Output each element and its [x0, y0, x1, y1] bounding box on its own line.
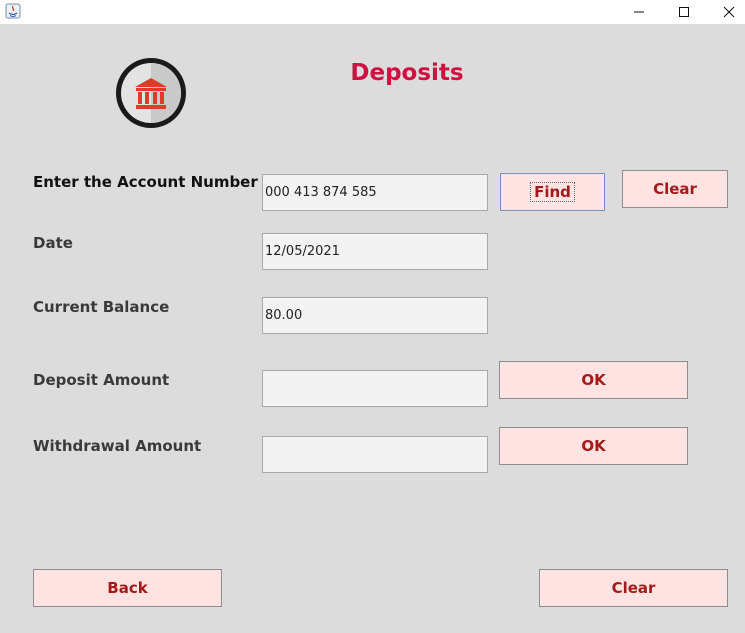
close-button[interactable] — [706, 0, 745, 24]
minimize-button[interactable] — [616, 0, 662, 24]
current-balance-field[interactable]: 80.00 — [262, 297, 488, 334]
find-button-label: Find — [530, 182, 575, 202]
withdrawal-amount-label: Withdrawal Amount — [33, 437, 202, 455]
clear-top-button[interactable]: Clear — [622, 170, 728, 208]
java-icon — [5, 3, 21, 19]
clear-bottom-button[interactable]: Clear — [539, 569, 728, 607]
page-title: Deposits — [350, 60, 464, 86]
title-bar — [0, 0, 745, 24]
maximize-icon — [679, 7, 689, 17]
bank-icon — [114, 56, 188, 130]
back-button[interactable]: Back — [33, 569, 222, 607]
deposits-window: Deposits Enter the Account Number 000 41… — [0, 0, 745, 633]
withdrawal-amount-field[interactable] — [262, 436, 488, 473]
date-field[interactable]: 12/05/2021 — [262, 233, 488, 270]
withdrawal-ok-button[interactable]: OK — [499, 427, 688, 465]
close-icon — [723, 6, 735, 18]
find-button[interactable]: Find — [500, 173, 605, 211]
account-number-field[interactable]: 000 413 874 585 — [262, 174, 488, 211]
current-balance-label: Current Balance — [33, 298, 170, 316]
deposit-amount-label: Deposit Amount — [33, 371, 170, 389]
deposit-ok-button[interactable]: OK — [499, 361, 688, 399]
minimize-icon — [634, 11, 644, 13]
account-number-label: Enter the Account Number — [33, 173, 258, 191]
deposit-amount-field[interactable] — [262, 370, 488, 407]
maximize-button[interactable] — [661, 0, 707, 24]
date-label: Date — [33, 234, 73, 252]
